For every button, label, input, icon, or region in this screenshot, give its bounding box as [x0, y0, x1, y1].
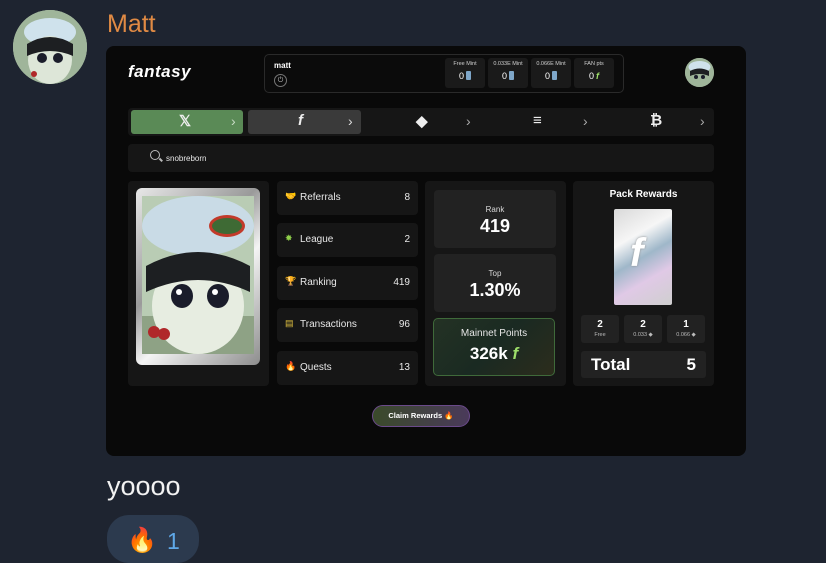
- power-icon[interactable]: ⏻: [274, 74, 287, 87]
- sender-avatar[interactable]: [13, 10, 87, 84]
- user-bar: matt ⏻ Free Mint 0 0.033E Mint 0 0.066E …: [264, 54, 624, 93]
- referrals-row[interactable]: 🤝 Referrals 8: [277, 181, 418, 215]
- card-icon: [552, 71, 557, 80]
- card-icon: [466, 71, 471, 80]
- pack-image[interactable]: f: [614, 209, 672, 305]
- league-row[interactable]: ✸ League 2: [277, 223, 418, 257]
- chevron-right-icon: ›: [348, 113, 353, 129]
- fire-icon: 🔥: [127, 527, 157, 554]
- mint-033-stat: 0.033E Mint 0: [488, 58, 528, 88]
- quests-row[interactable]: 🔥 Quests 13: [277, 351, 418, 385]
- bitcoin-icon: ₿: [650, 112, 663, 129]
- x-icon: 𝕏: [179, 113, 192, 130]
- card-icon: [509, 71, 514, 80]
- mainnet-points-box: Mainnet Points 326k f: [433, 318, 555, 376]
- fantasy-icon: f: [596, 71, 599, 81]
- rank-box: Rank 419: [434, 190, 556, 248]
- handshake-icon: 🤝: [285, 191, 297, 201]
- tab-bitcoin[interactable]: ₿ ›: [600, 110, 713, 134]
- tier-free: 2 Free: [581, 315, 619, 343]
- transactions-row[interactable]: ▤ Transactions 96: [277, 308, 418, 342]
- app-user-avatar[interactable]: [685, 58, 714, 87]
- total-box: Total 5: [581, 351, 706, 378]
- profile-card[interactable]: [136, 188, 260, 365]
- tier-0033: 2 0.033 ◆: [624, 315, 662, 343]
- chevron-right-icon: ›: [231, 113, 236, 129]
- tab-solana[interactable]: ≡ ›: [483, 110, 596, 134]
- chain-tabs: 𝕏 › f › ◆ › ≡ › ₿ ›: [128, 108, 714, 136]
- fantasy-icon: f: [512, 344, 519, 363]
- chevron-right-icon: ›: [466, 113, 471, 129]
- ranking-row[interactable]: 🏆 Ranking 419: [277, 266, 418, 300]
- tab-x[interactable]: 𝕏 ›: [131, 110, 243, 134]
- rank-panel: Rank 419 Top 1.30% Mainnet Points 326k f: [425, 181, 566, 386]
- search-input[interactable]: [166, 150, 466, 166]
- chevron-right-icon: ›: [700, 113, 705, 129]
- ethereum-icon: ◆: [416, 113, 428, 130]
- top-percent-box: Top 1.30%: [434, 254, 556, 312]
- sender-name[interactable]: Matt: [107, 10, 156, 39]
- fire-icon: 🔥: [285, 361, 297, 371]
- fantasy-icon: f: [298, 112, 303, 129]
- username: matt: [274, 61, 291, 70]
- league-icon: ✸: [285, 233, 293, 243]
- message-text: yoooo: [107, 471, 181, 501]
- reaction-count: 1: [167, 528, 180, 554]
- transactions-icon: ▤: [285, 318, 294, 328]
- fan-pts-stat: FAN pts 0f: [574, 58, 614, 88]
- fantasy-app-screenshot: fantasy matt ⏻ Free Mint 0 0.033E Mint 0…: [106, 46, 746, 456]
- search-icon: [150, 150, 160, 160]
- profile-card-panel: [128, 181, 269, 386]
- fantasy-logo-icon: f: [630, 231, 644, 275]
- trophy-icon: 🏆: [285, 276, 297, 286]
- solana-icon: ≡: [533, 112, 542, 129]
- pack-rewards-panel: Pack Rewards f 2 Free 2 0.033 ◆ 1 0.066 …: [573, 181, 714, 386]
- chevron-right-icon: ›: [583, 113, 588, 129]
- pack-rewards-title: Pack Rewards: [609, 189, 678, 200]
- app-logo[interactable]: fantasy: [128, 62, 191, 82]
- claim-rewards-button[interactable]: Claim Rewards 🔥: [372, 405, 470, 427]
- tab-fantasy[interactable]: f ›: [248, 110, 361, 134]
- mint-066-stat: 0.066E Mint 0: [531, 58, 571, 88]
- free-mint-stat: Free Mint 0: [445, 58, 485, 88]
- tab-ethereum[interactable]: ◆ ›: [366, 110, 479, 134]
- search-bar: [128, 144, 714, 172]
- tier-0066: 1 0.066 ◆: [667, 315, 705, 343]
